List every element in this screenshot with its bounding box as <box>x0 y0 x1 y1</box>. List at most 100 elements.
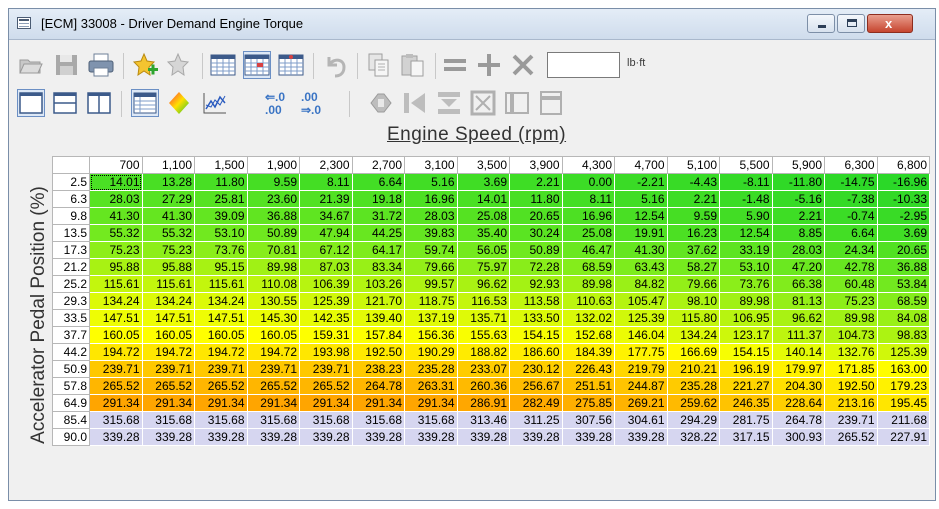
table-cell[interactable]: 307.56 <box>561 411 615 429</box>
table-cell[interactable]: 35.40 <box>456 224 510 242</box>
table-cell[interactable]: 83.34 <box>351 258 405 276</box>
table-cell[interactable]: 226.43 <box>561 360 615 378</box>
table-cell[interactable]: 194.72 <box>141 343 195 361</box>
y-axis-label[interactable]: 33.5 <box>52 309 90 327</box>
table-cell[interactable]: 37.62 <box>666 241 720 259</box>
table-cell[interactable]: 116.53 <box>456 292 510 310</box>
x-axis-label[interactable]: 5,500 <box>719 156 773 174</box>
table-cell[interactable]: 106.95 <box>719 309 773 327</box>
table-cell[interactable]: 154.15 <box>509 326 563 344</box>
y-axis-label[interactable]: 9.8 <box>52 207 90 225</box>
table-cell[interactable]: 6.64 <box>824 224 878 242</box>
table-cell[interactable]: 8.85 <box>771 224 825 242</box>
favorite-button[interactable] <box>165 51 193 79</box>
table-cell[interactable]: 135.71 <box>456 309 510 327</box>
table-cell[interactable]: 47.94 <box>299 224 353 242</box>
table-cell[interactable]: 339.28 <box>246 428 300 446</box>
table-cell[interactable]: 315.68 <box>404 411 458 429</box>
increase-decimals-button[interactable]: ⇐.0.00 <box>263 89 295 117</box>
table-compare-button[interactable] <box>243 51 271 79</box>
color-map-button[interactable] <box>165 89 193 117</box>
table-cell[interactable]: 294.29 <box>666 411 720 429</box>
table-cell[interactable]: 275.85 <box>561 394 615 412</box>
table-cell[interactable]: 134.24 <box>141 292 195 310</box>
table-cell[interactable]: -0.74 <box>824 207 878 225</box>
save-button[interactable] <box>53 51 81 79</box>
table-cell[interactable]: 115.61 <box>194 275 248 293</box>
table-cell[interactable]: 89.98 <box>719 292 773 310</box>
table-cell[interactable]: 260.36 <box>456 377 510 395</box>
table-cell[interactable]: 147.51 <box>141 309 195 327</box>
table-cell[interactable]: 104.73 <box>824 326 878 344</box>
table-cell[interactable]: 19.18 <box>351 190 405 208</box>
clip-horizontal-button[interactable] <box>503 89 531 117</box>
single-view-button[interactable] <box>17 89 45 117</box>
x-axis-label[interactable]: 4,300 <box>561 156 615 174</box>
maximize-button[interactable] <box>837 14 865 33</box>
table-cell[interactable]: 339.28 <box>509 428 563 446</box>
table-cell[interactable]: 8.11 <box>561 190 615 208</box>
table-cell[interactable]: -2.95 <box>876 207 930 225</box>
table-cell[interactable]: 125.39 <box>299 292 353 310</box>
table-cell[interactable]: 28.03 <box>89 190 143 208</box>
decrease-decimals-button[interactable]: .00 ⇒.0 <box>299 89 331 117</box>
table-cell[interactable]: 89.98 <box>246 258 300 276</box>
y-axis-label[interactable]: 64.9 <box>52 394 90 412</box>
table-cell[interactable]: 227.91 <box>876 428 930 446</box>
table-cell[interactable]: 33.19 <box>719 241 773 259</box>
print-button[interactable] <box>87 51 115 79</box>
table-cell[interactable]: 315.68 <box>246 411 300 429</box>
table-cell[interactable]: 256.67 <box>509 377 563 395</box>
table-cell[interactable]: 95.15 <box>194 258 248 276</box>
table-cell[interactable]: 28.03 <box>771 241 825 259</box>
table-cell[interactable]: 84.08 <box>876 309 930 327</box>
table-cell[interactable]: 98.83 <box>876 326 930 344</box>
table-cell[interactable]: 5.16 <box>404 173 458 191</box>
table-cell[interactable]: 194.72 <box>194 343 248 361</box>
table-cell[interactable]: 130.55 <box>246 292 300 310</box>
table-cell[interactable]: 84.82 <box>614 275 668 293</box>
table-cell[interactable]: 339.28 <box>456 428 510 446</box>
table-cell[interactable]: 291.34 <box>194 394 248 412</box>
table-cell[interactable]: 39.09 <box>194 207 248 225</box>
table-cell[interactable]: 53.10 <box>719 258 773 276</box>
table-cell[interactable]: 179.23 <box>876 377 930 395</box>
table-cell[interactable]: 291.34 <box>89 394 143 412</box>
table-cell[interactable]: 67.12 <box>299 241 353 259</box>
table-cell[interactable]: 239.71 <box>141 360 195 378</box>
table-cell[interactable]: 265.52 <box>141 377 195 395</box>
table-cell[interactable]: 92.93 <box>509 275 563 293</box>
y-axis-label[interactable]: 85.4 <box>52 411 90 429</box>
table-cell[interactable]: 315.68 <box>299 411 353 429</box>
table-properties-button[interactable] <box>131 89 159 117</box>
table-cell[interactable]: 291.34 <box>404 394 458 412</box>
table-cell[interactable]: 72.28 <box>509 258 563 276</box>
table-cell[interactable]: 89.98 <box>561 275 615 293</box>
table-cell[interactable]: 79.66 <box>404 258 458 276</box>
table-cell[interactable]: 9.59 <box>666 207 720 225</box>
table-cell[interactable]: 193.98 <box>299 343 353 361</box>
table-cell[interactable]: 0.00 <box>561 173 615 191</box>
table-cell[interactable]: 188.82 <box>456 343 510 361</box>
table-cell[interactable]: 75.23 <box>824 292 878 310</box>
vertical-split-button[interactable] <box>85 89 113 117</box>
table-cell[interactable]: 89.98 <box>824 309 878 327</box>
table-cell[interactable]: 147.51 <box>194 309 248 327</box>
table-cell[interactable]: 204.30 <box>771 377 825 395</box>
table-cell[interactable]: 155.63 <box>456 326 510 344</box>
table-cell[interactable]: 160.05 <box>194 326 248 344</box>
table-cell[interactable]: 96.62 <box>456 275 510 293</box>
table-cell[interactable]: 339.28 <box>141 428 195 446</box>
table-cell[interactable]: 139.40 <box>351 309 405 327</box>
table-cell[interactable]: 264.78 <box>351 377 405 395</box>
table-cell[interactable]: 156.36 <box>404 326 458 344</box>
table-cell[interactable]: 2.21 <box>509 173 563 191</box>
table-cell[interactable]: 239.71 <box>194 360 248 378</box>
table-cell[interactable]: 9.59 <box>246 173 300 191</box>
table-cell[interactable]: 110.63 <box>561 292 615 310</box>
table-cell[interactable]: 259.62 <box>666 394 720 412</box>
table-cell[interactable]: 70.81 <box>246 241 300 259</box>
table-cell[interactable]: 265.52 <box>246 377 300 395</box>
table-cell[interactable]: 68.59 <box>561 258 615 276</box>
table-cell[interactable]: 55.32 <box>141 224 195 242</box>
